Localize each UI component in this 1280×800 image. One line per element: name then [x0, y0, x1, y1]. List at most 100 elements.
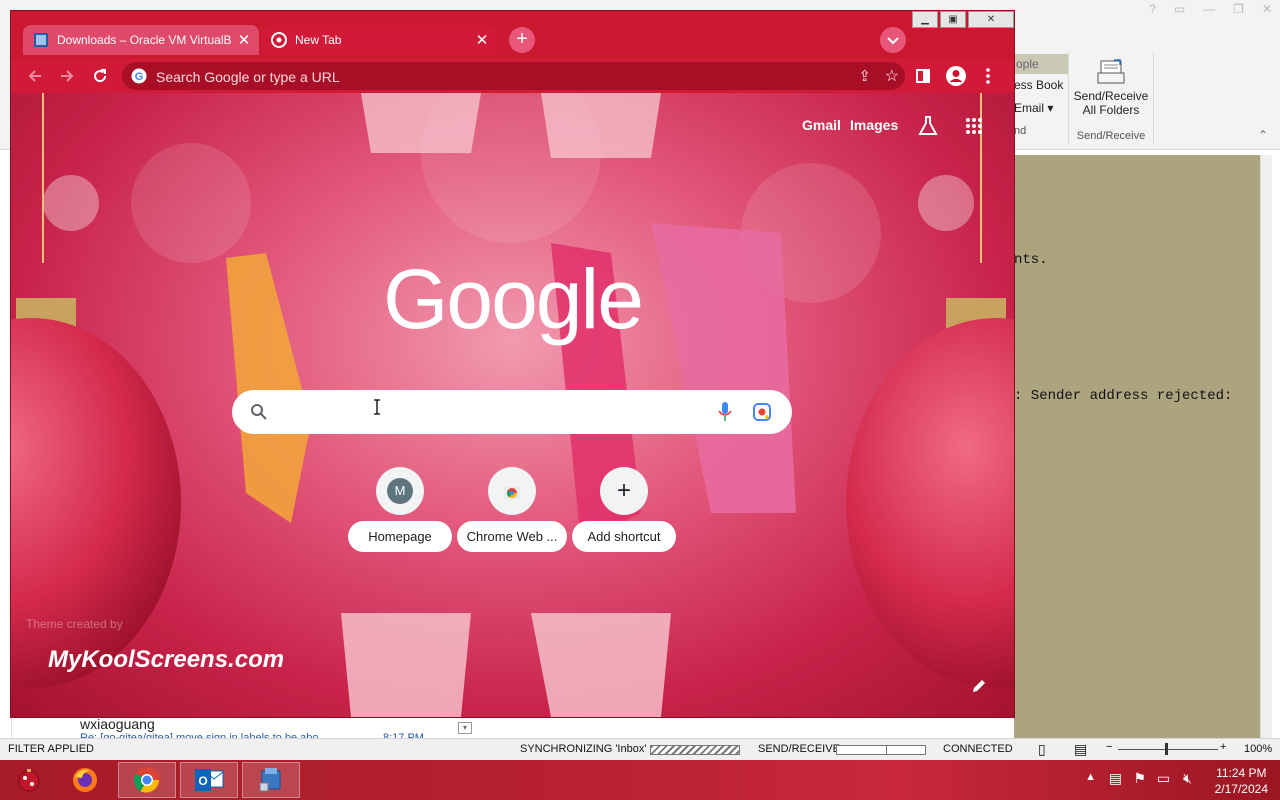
chevron-down-icon: [887, 37, 899, 45]
send-receive-status: SEND/RECEIVE: [758, 743, 840, 755]
zoom-slider[interactable]: [1118, 749, 1218, 750]
start-button[interactable]: [0, 762, 58, 798]
back-button[interactable]: [23, 64, 47, 88]
help-icon[interactable]: ?: [1149, 2, 1156, 16]
send-receive-group-label: Send/Receive: [1076, 130, 1146, 142]
address-bar[interactable]: G Search Google or type a URL ⇪ ☆: [122, 62, 905, 90]
homepage-initial: M: [387, 478, 413, 504]
volume-muted-icon[interactable]: 🔇︎: [1183, 770, 1192, 787]
clock[interactable]: 11:24 PM 2/17/2024: [1215, 765, 1268, 797]
customize-chrome-button[interactable]: [970, 677, 988, 695]
tab-close-icon[interactable]: ✕: [473, 31, 491, 49]
send-receive-progress-bar: [836, 745, 926, 755]
google-g-icon: G: [131, 68, 147, 84]
clock-time: 11:24 PM: [1216, 766, 1267, 780]
message-sender: wxiaoguang: [80, 716, 155, 732]
reading-pane-scrollbar[interactable]: [1260, 155, 1272, 740]
taskbar: O ▲ ▤ ⚑ ▭ 🔇︎ 11:24 PM 2/17/2024: [0, 760, 1280, 800]
maximize-button[interactable]: ▣: [940, 11, 966, 28]
shortcut-homepage[interactable]: M Homepage: [343, 467, 457, 552]
outlook-title-buttons: ? ▭ — ❐ ✕: [1149, 2, 1272, 16]
address-book-button[interactable]: ess Book: [1014, 74, 1068, 97]
action-center-flag-icon[interactable]: ⚑: [1133, 770, 1146, 787]
tab-virtualbox-downloads[interactable]: Downloads – Oracle VM VirtualB ✕: [23, 25, 259, 55]
zoom-level[interactable]: 100%: [1244, 743, 1272, 755]
forward-button[interactable]: [55, 64, 79, 88]
shortcut-chrome-web-store-tile: [488, 467, 536, 515]
google-apps-button[interactable]: [965, 117, 983, 140]
profile-button[interactable]: [944, 64, 968, 88]
reload-button[interactable]: [88, 64, 112, 88]
bookmark-star-icon[interactable]: ☆: [885, 66, 899, 86]
clock-date: 2/17/2024: [1214, 782, 1268, 796]
tab-search-button[interactable]: [880, 27, 906, 53]
lens-icon[interactable]: [752, 402, 772, 422]
outlook-ribbon-partial: ople ess Book Email ▾ nd: [1014, 52, 1068, 142]
add-shortcut-tile: +: [600, 467, 648, 515]
normal-view-icon[interactable]: ▯: [1038, 741, 1046, 758]
new-tab-page: Gmail Images Google M Homepage Chrome We…: [11, 93, 1014, 717]
firefox-icon: [73, 768, 97, 792]
more-vertical-icon: [986, 68, 990, 84]
taskbar-firefox[interactable]: [56, 762, 114, 798]
labs-button[interactable]: [917, 115, 939, 142]
shortcut-chrome-web-store[interactable]: Chrome Web ...: [455, 467, 569, 552]
start-ornament-icon: [18, 769, 40, 792]
theme-credit[interactable]: Theme created by: [26, 617, 123, 631]
collapse-ribbon-icon[interactable]: ⌃: [1258, 128, 1268, 142]
reading-view-icon[interactable]: ▤: [1074, 741, 1087, 758]
taskbar-virtualbox[interactable]: [242, 762, 300, 798]
send-receive-icon: [1096, 58, 1126, 86]
send-receive-all-folders-button[interactable]: Send/Receive All Folders Send/Receive: [1068, 52, 1154, 144]
svg-text:O: O: [198, 774, 207, 788]
tab-new-tab[interactable]: New Tab ✕: [261, 25, 497, 55]
text-cursor-icon: [374, 399, 380, 415]
all-folders-label: All Folders: [1082, 103, 1140, 117]
side-panel-button[interactable]: [911, 64, 935, 88]
new-tab-button[interactable]: +: [509, 27, 535, 53]
images-link[interactable]: Images: [850, 117, 898, 133]
restore-icon[interactable]: ❐: [1233, 2, 1244, 16]
flask-icon: [918, 116, 938, 135]
google-logo: Google: [383, 252, 644, 346]
taskbar-outlook[interactable]: O: [180, 762, 238, 798]
voice-search-icon[interactable]: [718, 401, 732, 423]
tab-title: Downloads – Oracle VM VirtualB: [57, 33, 232, 47]
close-button[interactable]: ✕: [968, 11, 1014, 28]
tab-close-icon[interactable]: ✕: [235, 31, 253, 49]
ntp-search-box[interactable]: [232, 390, 792, 434]
chrome-icon: [133, 767, 160, 793]
shortcut-homepage-tile: M: [376, 467, 424, 515]
shortcut-add[interactable]: + Add shortcut: [567, 467, 681, 552]
flag-icon[interactable]: ▾: [458, 722, 472, 734]
show-hidden-icons-icon[interactable]: ▲: [1085, 771, 1096, 783]
filter-email-button[interactable]: Email ▾: [1014, 97, 1068, 120]
message-text-line: nts.: [1014, 252, 1048, 268]
virtualbox-favicon-icon: [34, 33, 48, 47]
zoom-out-icon[interactable]: −: [1106, 741, 1112, 753]
minimize-icon[interactable]: —: [1203, 2, 1215, 16]
arrow-right-icon: [61, 70, 74, 82]
message-list-item[interactable]: wxiaoguang Re: [go-gitea/gitea] move sig…: [40, 716, 490, 744]
pencil-icon: [973, 680, 985, 692]
search-icon: [251, 404, 267, 420]
virtualbox-icon: [259, 768, 281, 792]
taskbar-chrome[interactable]: [118, 762, 176, 798]
chrome-favicon-icon: [271, 32, 287, 48]
minimize-button[interactable]: ▁: [912, 11, 938, 28]
ribbon-display-icon[interactable]: ▭: [1174, 2, 1185, 16]
share-icon[interactable]: ⇪: [858, 67, 871, 85]
chrome-toolbar: G Search Google or type a URL ⇪ ☆: [11, 59, 1014, 93]
address-bar-placeholder: Search Google or type a URL: [156, 69, 340, 85]
send-receive-label: Send/Receive: [1073, 89, 1149, 103]
theme-brand-text: MyKoolScreens.com: [48, 646, 285, 673]
svg-text:G: G: [135, 71, 144, 83]
outlook-tray-icon[interactable]: ▤: [1109, 770, 1122, 787]
network-icon[interactable]: ▭: [1157, 770, 1170, 787]
search-people-field[interactable]: ople: [1014, 54, 1068, 74]
zoom-slider-thumb[interactable]: [1165, 743, 1168, 755]
gmail-link[interactable]: Gmail: [802, 117, 841, 133]
zoom-in-icon[interactable]: +: [1220, 741, 1226, 753]
chrome-menu-button[interactable]: [976, 64, 1000, 88]
close-icon[interactable]: ✕: [1262, 2, 1272, 16]
